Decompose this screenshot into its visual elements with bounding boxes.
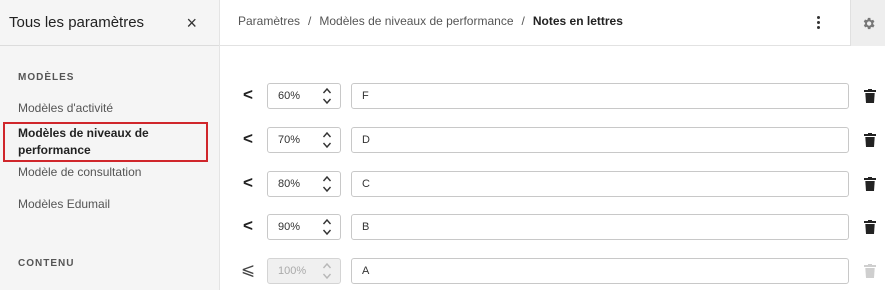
chevron-up-down-icon [322, 261, 332, 281]
chevron-up-down-icon[interactable] [322, 217, 332, 237]
sidebar-title: Tous les paramètres [9, 14, 145, 31]
threshold-value: 60% [278, 90, 301, 102]
breadcrumb-link-performance-models[interactable]: Modèles de niveaux de performance [319, 14, 513, 28]
gear-icon[interactable] [850, 0, 885, 46]
threshold-value: 90% [278, 221, 301, 233]
threshold-stepper[interactable]: 90% [267, 214, 341, 240]
sidebar-item-consultation-model[interactable]: Modèle de consultation [18, 164, 141, 181]
threshold-stepper[interactable]: 80% [267, 171, 341, 197]
selection-highlight [3, 122, 208, 162]
threshold-stepper: 100% [267, 258, 341, 284]
grade-label-input[interactable] [351, 171, 849, 197]
top-bar: Paramètres / Modèles de niveaux de perform… [220, 0, 885, 46]
breadcrumb-link-settings[interactable]: Paramètres [238, 14, 300, 28]
grade-row: ⩽ 100% [240, 258, 880, 284]
sidebar-header: Tous les paramètres × [0, 0, 219, 46]
operator-label: < [243, 173, 253, 192]
threshold-stepper[interactable]: 70% [267, 127, 341, 153]
breadcrumb-current: Notes en lettres [532, 14, 623, 28]
breadcrumb-separator: / [521, 14, 525, 28]
grade-label-input[interactable] [351, 127, 849, 153]
operator-label: < [243, 216, 253, 235]
section-label-models: MODÈLES [18, 72, 75, 83]
threshold-value: 70% [278, 134, 301, 146]
chevron-up-down-icon[interactable] [322, 130, 332, 150]
sidebar-item-edumail-models[interactable]: Modèles Edumail [18, 196, 110, 213]
grade-row: < 60% [240, 83, 880, 109]
grade-label-input[interactable] [351, 258, 849, 284]
more-vertical-icon[interactable] [810, 10, 826, 34]
operator-label: ⩽ [240, 260, 256, 279]
grade-row: < 80% [240, 171, 880, 197]
breadcrumb-separator: / [308, 14, 312, 28]
operator-label: < [243, 85, 253, 104]
sidebar-item-activity-models[interactable]: Modèles d'activité [18, 100, 113, 117]
grade-label-input[interactable] [351, 214, 849, 240]
chevron-up-down-icon[interactable] [322, 174, 332, 194]
trash-icon[interactable] [864, 133, 876, 147]
section-label-content: CONTENU [18, 258, 75, 269]
close-icon[interactable]: × [186, 14, 197, 32]
trash-icon[interactable] [864, 89, 876, 103]
threshold-value: 100% [278, 265, 307, 277]
threshold-stepper[interactable]: 60% [267, 83, 341, 109]
trash-icon[interactable] [864, 177, 876, 191]
trash-icon[interactable] [864, 220, 876, 234]
threshold-value: 80% [278, 178, 301, 190]
chevron-up-down-icon[interactable] [322, 86, 332, 106]
grade-row: < 90% [240, 214, 880, 240]
grade-row: < 70% [240, 127, 880, 153]
grade-label-input[interactable] [351, 83, 849, 109]
trash-icon [864, 264, 876, 278]
breadcrumb: Paramètres / Modèles de niveaux de perform… [238, 14, 623, 28]
operator-label: < [243, 129, 253, 148]
